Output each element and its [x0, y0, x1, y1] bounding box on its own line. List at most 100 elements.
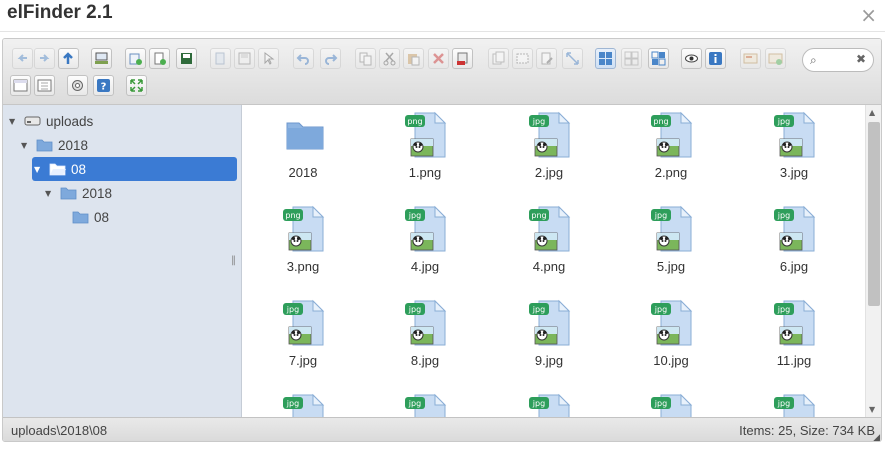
file-item[interactable]: png 1.png	[369, 105, 481, 199]
extract-button[interactable]	[740, 48, 761, 69]
resize-grip-icon[interactable]: ◢	[873, 433, 880, 441]
file-item[interactable]: jpg	[247, 387, 359, 417]
file-item[interactable]: png 4.png	[493, 199, 605, 293]
file-item[interactable]: jpg 11.jpg	[738, 293, 850, 387]
info-button[interactable]	[705, 48, 726, 69]
file-item[interactable]: jpg 5.jpg	[615, 199, 727, 293]
jpg-file-icon: jpg	[281, 393, 329, 417]
jpg-file-icon: jpg	[772, 111, 820, 159]
file-item[interactable]: jpg 10.jpg	[615, 293, 727, 387]
expand-arrow-icon[interactable]: ▼	[21, 141, 33, 150]
info-icon	[709, 52, 722, 65]
file-name: 3.jpg	[779, 165, 809, 180]
expand-arrow-icon[interactable]: ▼	[45, 189, 57, 198]
upload-button[interactable]	[176, 48, 197, 69]
file-item[interactable]: png 3.png	[247, 199, 359, 293]
mkdir-icon	[129, 53, 142, 65]
scroll-down-icon[interactable]: ▼	[869, 405, 875, 414]
preferences-button[interactable]	[67, 75, 88, 96]
svg-text:png: png	[653, 117, 668, 126]
folder-icon	[72, 210, 89, 224]
expand-arrow-icon[interactable]: ▼	[34, 165, 46, 174]
file-item[interactable]: jpg 3.jpg	[738, 105, 850, 199]
tree-item-label: 08	[94, 209, 110, 225]
file-item[interactable]: jpg	[493, 387, 605, 417]
copy-button[interactable]	[355, 48, 376, 69]
jpg-file-icon: jpg	[772, 205, 820, 253]
file-item[interactable]: jpg	[615, 387, 727, 417]
up-button[interactable]	[58, 48, 79, 69]
file-item[interactable]: jpg 9.jpg	[493, 293, 605, 387]
clear-search-icon[interactable]: ✖	[856, 52, 866, 66]
tree-item[interactable]: ▼ 2018	[21, 133, 88, 157]
edit-button[interactable]	[536, 48, 557, 69]
copy-icon	[359, 52, 372, 66]
expand-arrow-icon[interactable]: ▼	[9, 117, 21, 126]
file-item[interactable]: jpg 4.jpg	[369, 199, 481, 293]
file-item[interactable]: jpg	[369, 387, 481, 417]
status-bar: uploads\2018\08 Items: 25, Size: 734 KB …	[3, 417, 881, 441]
selectnone-button[interactable]	[621, 48, 642, 69]
download-button[interactable]	[234, 48, 255, 69]
paste-button[interactable]	[403, 48, 424, 69]
svg-text:jpg: jpg	[654, 399, 667, 408]
file-name: 6.jpg	[779, 259, 809, 274]
tree-item[interactable]: ▼ 2018	[45, 181, 112, 205]
help-button[interactable]: ?	[93, 75, 114, 96]
cut-icon	[383, 52, 396, 66]
rename-icon	[516, 53, 529, 64]
file-name: 4.png	[532, 259, 566, 274]
jpg-file-icon: jpg	[772, 299, 820, 347]
duplicate-button[interactable]	[488, 48, 509, 69]
file-item[interactable]: jpg 8.jpg	[369, 293, 481, 387]
rename-button[interactable]	[512, 48, 533, 69]
file-item[interactable]: jpg 6.jpg	[738, 199, 850, 293]
svg-text:jpg: jpg	[654, 305, 667, 314]
selectinvert-button[interactable]	[648, 48, 669, 69]
delete-button[interactable]	[428, 48, 449, 69]
tree-item[interactable]: ▼ uploads	[9, 109, 93, 133]
mkfile-button[interactable]	[149, 48, 170, 69]
jpg-file-icon: jpg	[281, 299, 329, 347]
close-icon[interactable]: ×	[860, 3, 877, 27]
archive-button[interactable]	[765, 48, 786, 69]
cut-button[interactable]	[379, 48, 400, 69]
forward-icon	[40, 54, 50, 62]
scroll-up-icon[interactable]: ▲	[869, 108, 875, 117]
file-item[interactable]: jpg 2.jpg	[493, 105, 605, 199]
file-item[interactable]: png 2.png	[615, 105, 727, 199]
sort-button[interactable]	[34, 75, 55, 96]
fullscreen-button[interactable]	[126, 75, 147, 96]
file-item[interactable]: jpg 7.jpg	[247, 293, 359, 387]
open-button[interactable]	[210, 48, 231, 69]
svg-text:jpg: jpg	[777, 399, 790, 408]
search-input[interactable]: ⌕ ✖	[802, 48, 874, 72]
jpg-file-icon: jpg	[527, 393, 575, 417]
forward-button[interactable]	[34, 48, 55, 69]
scrollbar-thumb[interactable]	[868, 122, 880, 306]
scrollbar[interactable]: ▲ ▼	[865, 105, 881, 417]
view-button[interactable]	[10, 75, 31, 96]
quicklook-button[interactable]	[681, 48, 702, 69]
undo-icon	[296, 54, 309, 65]
tree-item[interactable]: 08	[57, 205, 109, 229]
selectall-button[interactable]	[595, 48, 616, 69]
file-item[interactable]: jpg	[738, 387, 850, 417]
tree-item[interactable]: ▼ 08	[32, 157, 237, 181]
folder-item[interactable]: 2018	[247, 105, 359, 199]
getfile-button[interactable]	[258, 48, 279, 69]
back-icon	[17, 54, 27, 62]
tree-item-label: 2018	[82, 185, 113, 201]
tree-item-label: 2018	[58, 137, 89, 153]
undo-button[interactable]	[293, 48, 314, 69]
svg-text:jpg: jpg	[777, 305, 790, 314]
jpg-file-icon: jpg	[649, 205, 697, 253]
resize-handle[interactable]: ‖	[231, 255, 236, 266]
resize-button[interactable]	[562, 48, 583, 69]
redo-button[interactable]	[320, 48, 341, 69]
back-button[interactable]	[12, 48, 33, 69]
netmount-button[interactable]	[91, 48, 112, 69]
mkdir-button[interactable]	[125, 48, 146, 69]
empty-button[interactable]	[452, 48, 473, 69]
tree-item-label: 08	[71, 161, 87, 177]
